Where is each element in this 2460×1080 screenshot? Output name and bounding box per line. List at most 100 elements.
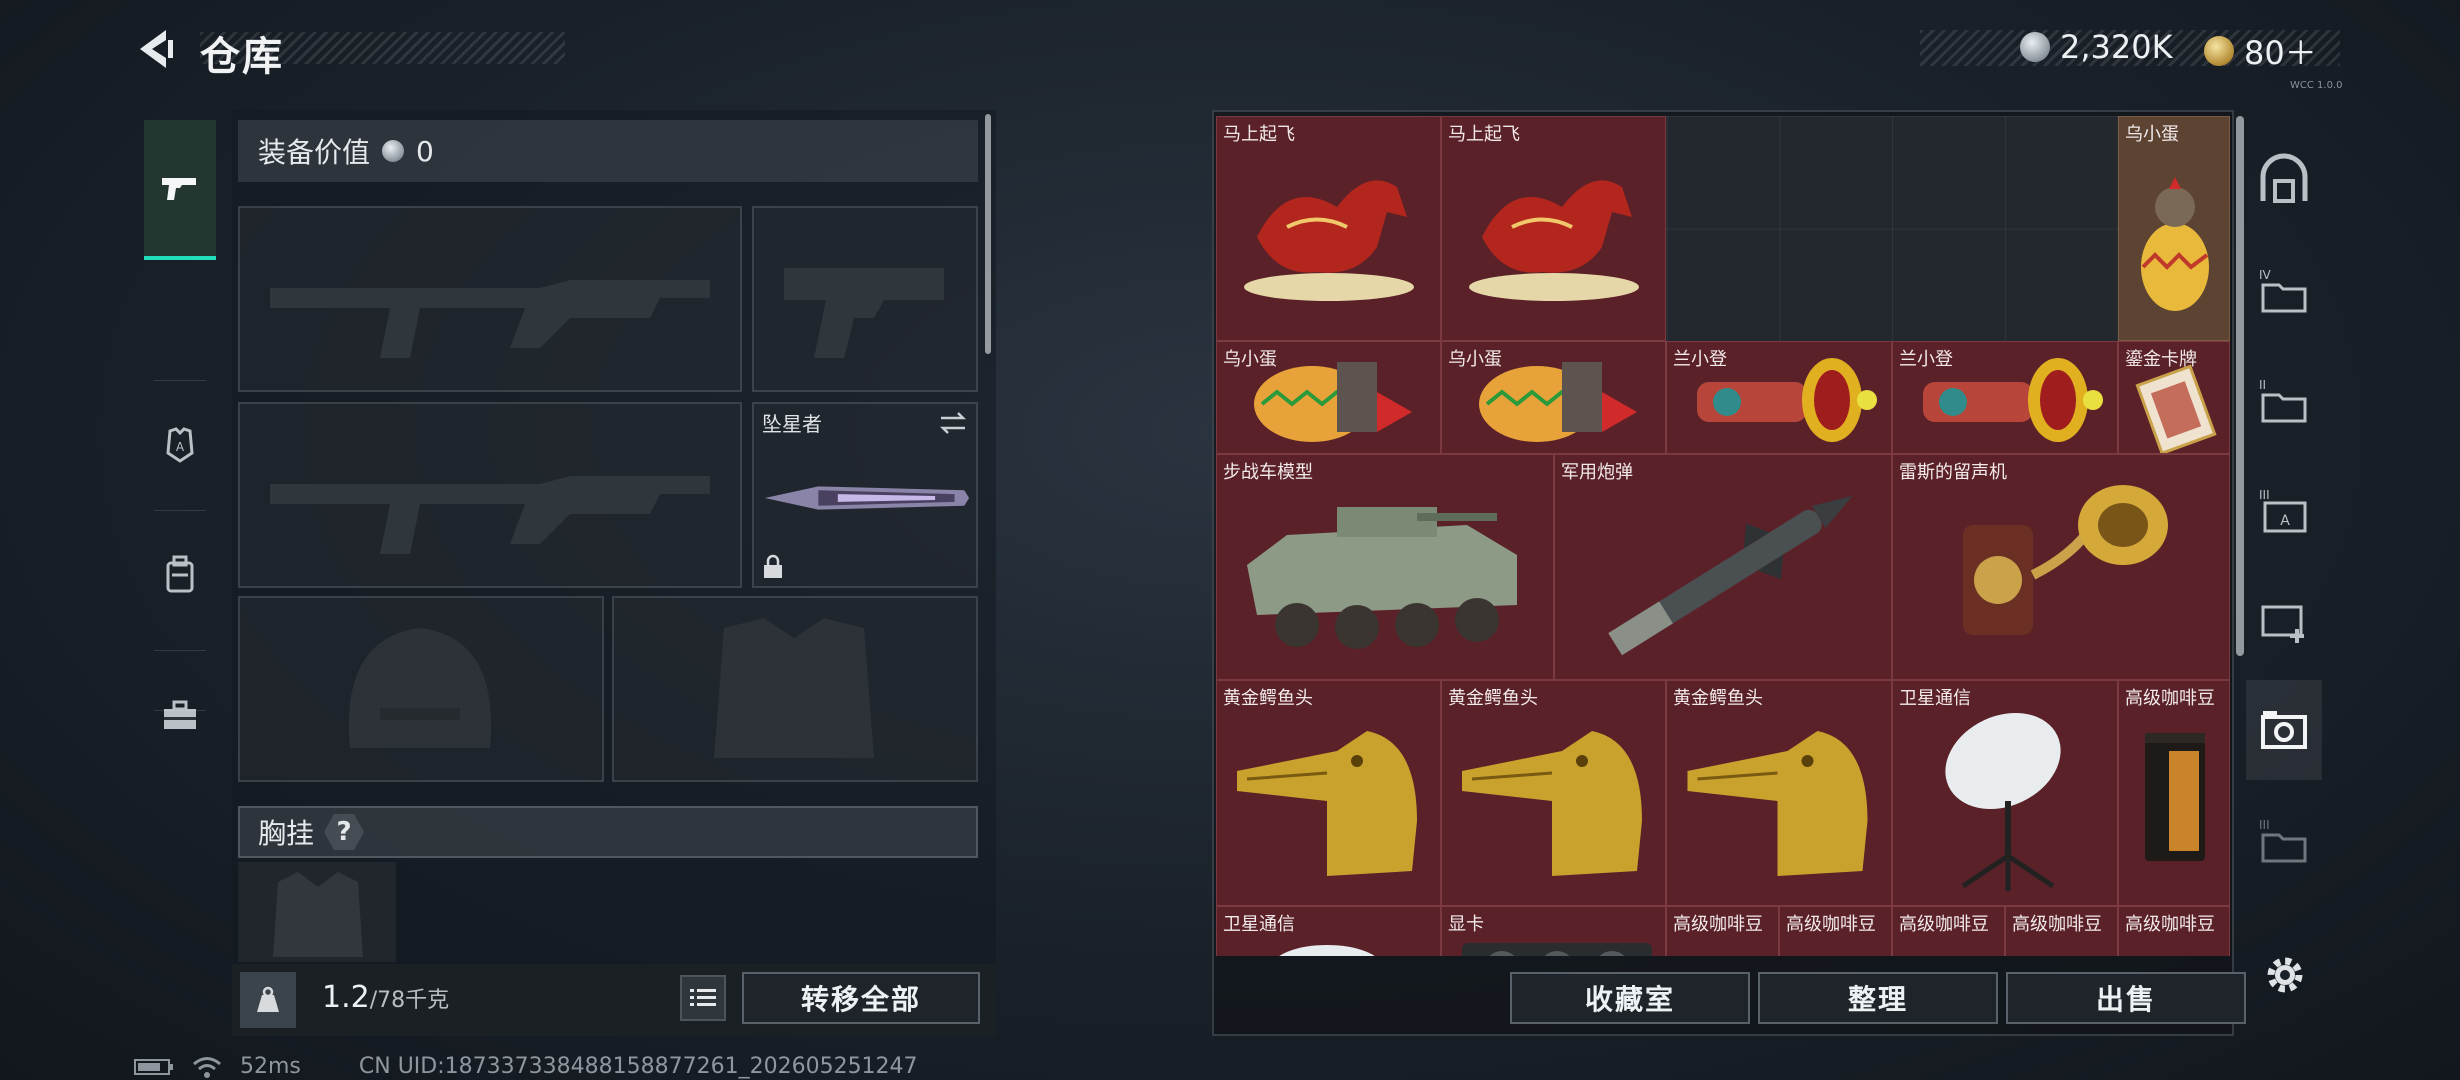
settings-gear-icon[interactable] (2262, 952, 2308, 998)
chest-rig-silhouette-icon (273, 872, 363, 957)
tab-stash-3[interactable]: III A (2246, 460, 2322, 560)
tab-backpack[interactable] (144, 530, 216, 620)
rocking-horse-icon (1244, 180, 1414, 301)
body-armor-slot[interactable] (612, 596, 978, 782)
tab-armor[interactable]: A (144, 400, 216, 490)
chest-rig-header: 胸挂 ? (238, 806, 978, 858)
primary-weapon-slot-2[interactable] (238, 402, 742, 588)
tab-stash-collectibles[interactable] (2246, 680, 2322, 780)
helmet-slot[interactable] (238, 596, 604, 782)
tab-stash-2[interactable]: II (2246, 350, 2322, 450)
gold-currency-value: 80＋ (2244, 34, 2317, 72)
silver-currency-value: 2,320K (2060, 28, 2173, 66)
stash-item-gpu-1[interactable]: 显卡 (1441, 906, 1666, 956)
list-icon (690, 989, 716, 1006)
stash-item-coffee-2[interactable]: 高级咖啡豆 (1666, 906, 1779, 956)
primary-weapon-slot-1[interactable] (238, 206, 742, 392)
stash-item-horse-2[interactable]: 马上起飞 (1441, 116, 1666, 341)
knife-item-icon (764, 486, 970, 510)
coffee-bag-icon (2145, 733, 2205, 861)
item-name: 高级咖啡豆 (2012, 914, 2102, 935)
stash-item-coffee-1[interactable]: 高级咖啡豆 (2118, 680, 2230, 906)
stash-item-egg-3[interactable]: 乌小蛋 (1441, 341, 1666, 454)
armored-vehicle-icon (1247, 507, 1517, 649)
item-name: 黄金鳄鱼头 (1223, 688, 1313, 709)
collection-room-button[interactable]: 收藏室 (1510, 972, 1750, 1024)
item-name: 黄金鳄鱼头 (1673, 688, 1763, 709)
stash-item-horse-1[interactable]: 马上起飞 (1216, 116, 1441, 341)
list-view-button[interactable] (680, 975, 726, 1021)
stash-item-coffee-4[interactable]: 高级咖啡豆 (1892, 906, 2005, 956)
equipment-scrollbar[interactable] (985, 114, 991, 354)
item-name: 显卡 (1448, 914, 1484, 935)
svg-text:II: II (2259, 378, 2266, 392)
svg-text:III: III (2259, 818, 2270, 832)
stash-item-croc-1[interactable]: 黄金鳄鱼头 (1216, 680, 1441, 906)
stash-item-coffee-6[interactable]: 高级咖啡豆 (2118, 906, 2230, 956)
helmet-silhouette-icon (348, 628, 492, 748)
tab-weapons[interactable] (144, 120, 216, 260)
sort-button[interactable]: 整理 (1758, 972, 1998, 1024)
stash-item-phono-1[interactable]: 雷斯的留声机 (1892, 454, 2230, 680)
item-name: 军用炮弹 (1561, 462, 1633, 483)
sidearm-slot[interactable] (752, 206, 978, 392)
item-name: 鎏金卡牌 (2125, 349, 2197, 370)
melee-slot[interactable]: 坠星者 (752, 402, 978, 588)
golden-crocodile-head-icon (1687, 731, 1868, 876)
transfer-all-button[interactable]: 转移全部 (742, 972, 980, 1024)
page-title: 仓库 (200, 34, 284, 80)
chest-rig-label: 胸挂 (258, 817, 315, 850)
stash-item-lan-2[interactable]: 兰小登 (1892, 341, 2118, 454)
folder-misc-icon: III (2259, 818, 2307, 863)
chest-rig-slot[interactable] (238, 862, 396, 962)
user-uid: CN UID:187337338488158877261_20260525124… (358, 1054, 918, 1079)
equipment-value-label: 装备价值 (258, 136, 371, 169)
missile-icon (1608, 495, 1853, 656)
back-arrow-icon[interactable] (130, 24, 180, 74)
stash-grid: 马上起飞 马上起飞 乌小蛋 乌小蛋 乌小蛋 兰小登 兰小登 鎏金卡牌 步战车模型… (1216, 116, 2230, 956)
folder-4-icon: IV (2259, 268, 2307, 313)
melee-item-name: 坠星者 (762, 412, 822, 436)
stash-item-croc-2[interactable]: 黄金鳄鱼头 (1441, 680, 1666, 906)
stash-item-coffee-5[interactable]: 高级咖啡豆 (2005, 906, 2118, 956)
item-name: 高级咖啡豆 (1673, 914, 1763, 935)
stash-item-shell-1[interactable]: 军用炮弹 (1554, 454, 1892, 680)
tab-stash-overview[interactable] (2246, 130, 2322, 230)
vault-icon (2260, 153, 2308, 203)
item-name: 乌小蛋 (1223, 349, 1277, 370)
item-name: 兰小登 (1673, 349, 1727, 370)
stash-page-tabs: IV II III A III (2246, 110, 2322, 990)
item-name: 步战车模型 (1223, 462, 1313, 483)
tab-stash-medical[interactable] (2246, 570, 2322, 670)
carry-weight-max: /78千克 (369, 988, 450, 1013)
stash-item-egg-2[interactable]: 乌小蛋 (1216, 341, 1441, 454)
stash-item-lan-1[interactable]: 兰小登 (1666, 341, 1892, 454)
battery-icon (134, 1058, 173, 1075)
equipment-value: 0 (416, 134, 434, 168)
weight-icon (240, 972, 296, 1028)
stash-item-sat-1[interactable]: 卫星通信 (1892, 680, 2118, 906)
item-name: 雷斯的留声机 (1899, 462, 2007, 483)
item-name: 乌小蛋 (1448, 349, 1502, 370)
tab-stash-misc[interactable]: III (2246, 790, 2322, 890)
stash-item-sat-2[interactable]: 卫星通信 (1216, 906, 1441, 956)
help-icon[interactable]: ? (324, 814, 365, 850)
stash-scrollbar[interactable] (2236, 116, 2244, 656)
silver-currency: 2,320K (2020, 28, 2173, 66)
backpack-icon (166, 555, 194, 593)
stash-item-egg-1[interactable]: 乌小蛋 (2118, 116, 2230, 341)
item-name: 兰小登 (1899, 349, 1953, 370)
rifle-silhouette-icon (270, 280, 710, 358)
gold-currency[interactable]: 80＋ (2204, 28, 2317, 74)
wifi-icon (193, 1056, 221, 1078)
sell-button[interactable]: 出售 (2006, 972, 2246, 1024)
swap-icon[interactable] (938, 410, 968, 436)
stash-item-ifv-1[interactable]: 步战车模型 (1216, 454, 1554, 680)
tab-stash-4[interactable]: IV (2246, 240, 2322, 340)
stash-item-croc-3[interactable]: 黄金鳄鱼头 (1666, 680, 1892, 906)
stash-item-coffee-3[interactable]: 高级咖啡豆 (1779, 906, 1892, 956)
tab-toolbox[interactable] (144, 670, 216, 760)
vest-silhouette-icon (714, 618, 874, 758)
ping-value: 52ms (240, 1054, 301, 1079)
stash-item-card-1[interactable]: 鎏金卡牌 (2118, 341, 2230, 454)
